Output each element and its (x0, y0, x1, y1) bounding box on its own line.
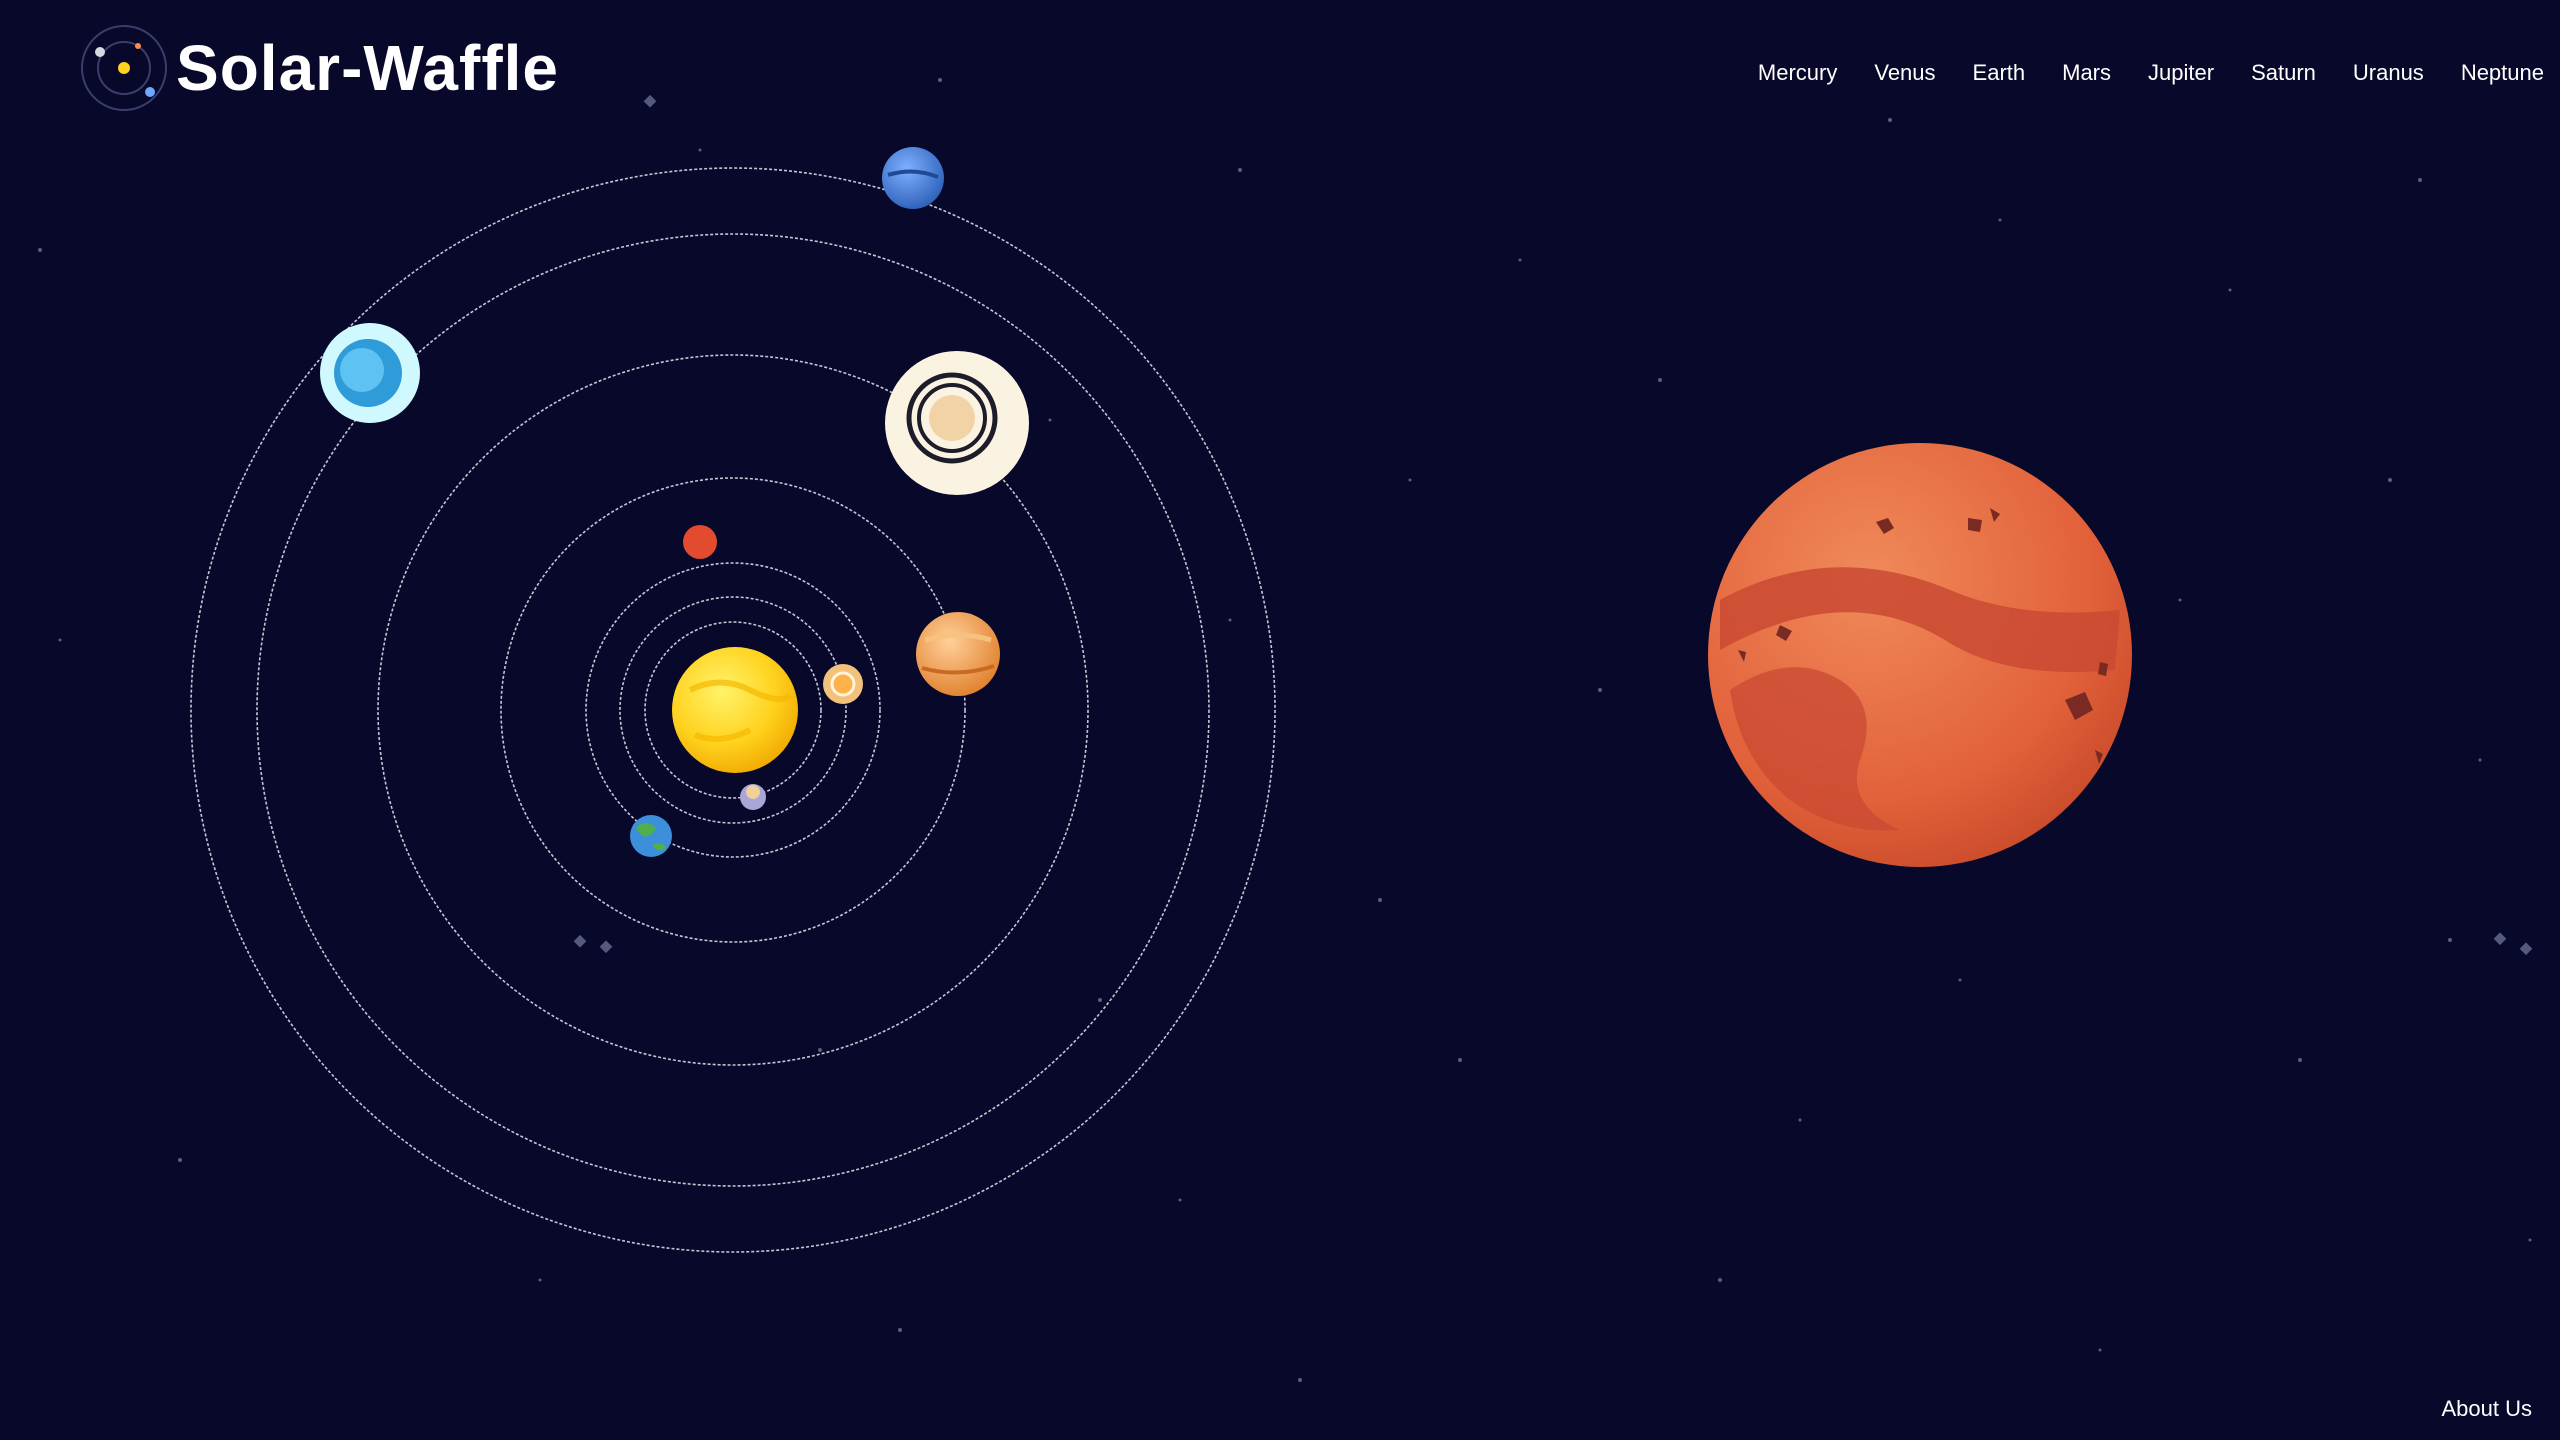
saturn-body (885, 351, 1029, 495)
mars-body (683, 525, 717, 559)
nav-link-mercury[interactable]: Mercury (1758, 60, 1837, 86)
nav-link-uranus[interactable]: Uranus (2353, 60, 2424, 86)
nav-link-earth[interactable]: Earth (1973, 60, 2026, 86)
planet-nav: Mercury Venus Earth Mars Jupiter Saturn … (1721, 60, 2544, 86)
nav-link-mars[interactable]: Mars (2062, 60, 2111, 86)
nav-link-neptune[interactable]: Neptune (2461, 60, 2544, 86)
solar-system-diagram (190, 147, 1276, 1253)
uranus-body (320, 323, 420, 423)
nav-link-venus[interactable]: Venus (1874, 60, 1935, 86)
sun-body (672, 647, 798, 773)
about-us-link[interactable]: About Us (2442, 1396, 2533, 1422)
mercury-body (823, 664, 863, 704)
nav-link-saturn[interactable]: Saturn (2251, 60, 2316, 86)
earth-body (630, 815, 672, 857)
featured-planet-mars[interactable] (1700, 430, 2140, 880)
nav-link-jupiter[interactable]: Jupiter (2148, 60, 2214, 86)
neptune-body (882, 147, 944, 209)
venus-body (740, 784, 766, 810)
jupiter-body (916, 612, 1000, 696)
